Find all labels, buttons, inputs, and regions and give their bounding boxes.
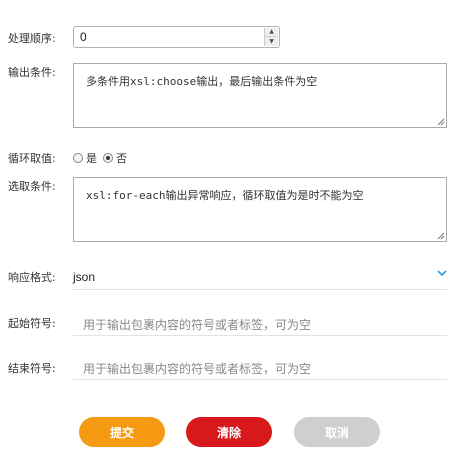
loop-label: 循环取值: xyxy=(8,152,56,165)
start-symbol-input[interactable]: 用于输出包裹内容的符号或者标签，可为空 xyxy=(73,312,447,336)
loop-radio-yes[interactable] xyxy=(73,153,83,163)
output-condition-text: 多条件用xsl:choose输出，最后输出条件为空 xyxy=(86,75,318,88)
loop-radio-yes-label[interactable]: 是 xyxy=(86,150,97,166)
output-condition-label: 输出条件: xyxy=(8,66,56,79)
end-symbol-label: 结束符号: xyxy=(8,362,56,375)
response-format-value: json xyxy=(73,270,96,284)
end-symbol-placeholder: 用于输出包裹内容的符号或者标签，可为空 xyxy=(83,362,312,376)
order-label: 处理顺序: xyxy=(8,32,56,45)
chevron-down-icon[interactable] xyxy=(437,269,447,277)
output-condition-textarea[interactable]: 多条件用xsl:choose输出，最后输出条件为空 xyxy=(73,63,447,128)
stepper-buttons: ▲ ▼ xyxy=(264,28,278,46)
end-symbol-input[interactable]: 用于输出包裹内容的符号或者标签，可为空 xyxy=(73,356,447,380)
loop-radio-no[interactable] xyxy=(103,153,113,163)
submit-button[interactable]: 提交 xyxy=(79,417,165,447)
response-format-select[interactable]: json xyxy=(73,266,447,290)
order-stepper[interactable]: 0 ▲ ▼ xyxy=(73,26,280,48)
order-value[interactable]: 0 xyxy=(80,30,87,44)
response-format-label: 响应格式: xyxy=(8,271,56,284)
loop-radio-group: 是 否 xyxy=(73,150,133,166)
stepper-up-icon[interactable]: ▲ xyxy=(265,28,278,37)
resize-handle-icon[interactable] xyxy=(437,118,445,126)
select-condition-label: 选取条件: xyxy=(8,180,56,193)
loop-radio-no-label[interactable]: 否 xyxy=(116,150,127,166)
clear-button[interactable]: 清除 xyxy=(186,417,272,447)
start-symbol-label: 起始符号: xyxy=(8,317,56,330)
start-symbol-placeholder: 用于输出包裹内容的符号或者标签，可为空 xyxy=(83,318,312,332)
select-condition-text: xsl:for-each输出异常响应，循环取值为是时不能为空 xyxy=(86,189,364,202)
resize-handle-icon[interactable] xyxy=(437,232,445,240)
select-condition-textarea[interactable]: xsl:for-each输出异常响应，循环取值为是时不能为空 xyxy=(73,177,447,242)
cancel-button[interactable]: 取消 xyxy=(294,417,380,447)
stepper-down-icon[interactable]: ▼ xyxy=(265,37,278,46)
